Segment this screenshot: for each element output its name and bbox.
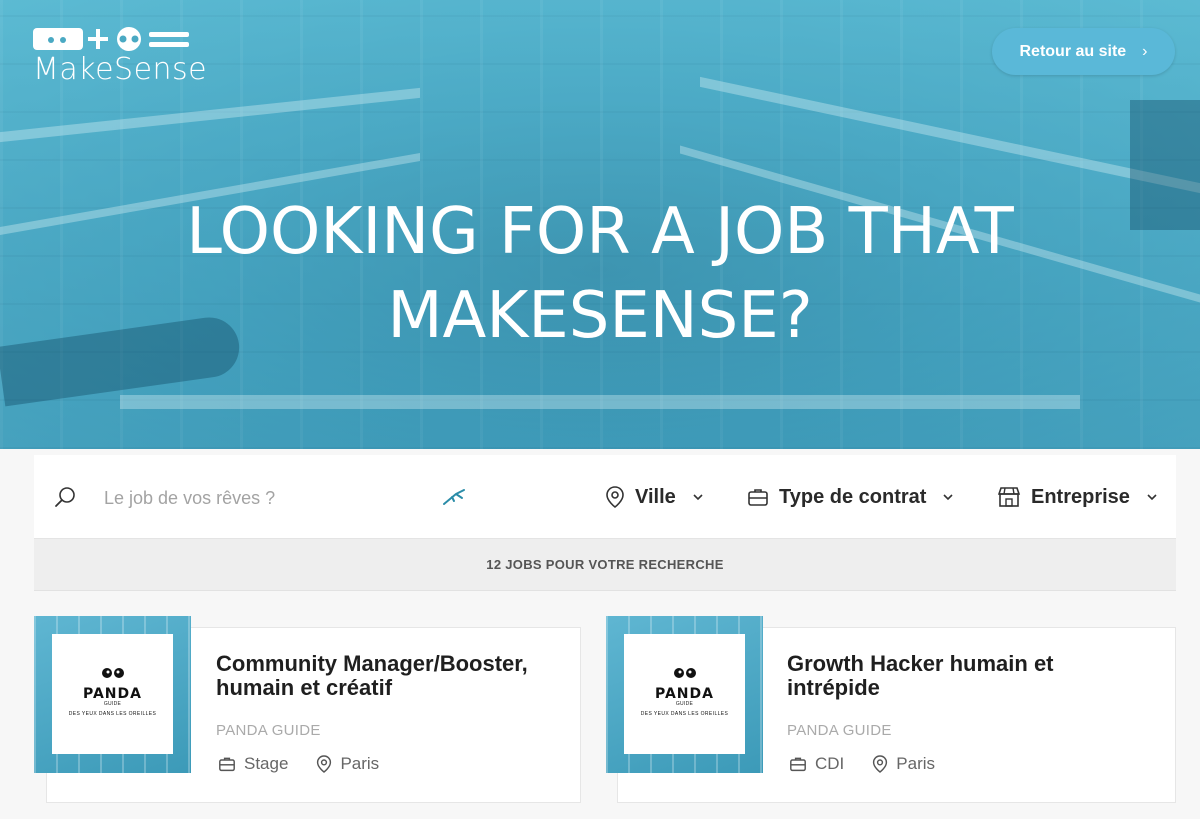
makesense-logo-icon <box>33 27 189 51</box>
panda-eyes-icon <box>673 668 696 678</box>
job-contract-type: Stage <box>244 754 289 773</box>
location-pin-icon <box>606 486 624 509</box>
job-title[interactable]: Growth Hacker humain et intrépide <box>787 652 1137 700</box>
back-to-site-button[interactable]: Retour au site › <box>992 28 1175 75</box>
filter-company-label: Entreprise <box>1031 485 1130 508</box>
makesense-logo[interactable]: MakeSense <box>33 22 207 87</box>
back-button-label: Retour au site <box>1019 42 1127 60</box>
hero-title-line1: LOOKING FOR A JOB THAT <box>186 195 1014 269</box>
walkway-shape <box>120 395 1080 409</box>
results-count-text: 12 JOBS POUR VOTRE RECHERCHE <box>486 557 724 572</box>
job-company: PANDA GUIDE <box>787 722 892 739</box>
company-logo-thumbnail[interactable]: PANDA GUIDE DES YEUX DANS LES OREILLES <box>606 616 763 773</box>
job-city: Paris <box>896 754 936 773</box>
chevron-down-icon <box>943 494 954 501</box>
magic-spark-icon[interactable] <box>442 486 468 508</box>
briefcase-icon <box>219 757 235 772</box>
hero-banner: MakeSense Retour au site › LOOKING FOR A… <box>0 0 1200 449</box>
hero-title: LOOKING FOR A JOB THAT MAKESENSE? <box>0 190 1200 358</box>
job-title[interactable]: Community Manager/Booster, humain et cré… <box>216 652 566 700</box>
location-pin-icon <box>317 755 332 773</box>
job-city: Paris <box>340 754 380 773</box>
filter-city-label: Ville <box>635 485 676 508</box>
hero-title-line2: MAKESENSE? <box>387 279 813 353</box>
panda-guide-logo: PANDA GUIDE DES YEUX DANS LES OREILLES <box>624 634 745 754</box>
panda-logo-sub: GUIDE <box>103 701 122 707</box>
location-pin-icon <box>873 755 888 773</box>
briefcase-icon <box>790 757 806 772</box>
chevron-down-icon <box>1147 494 1157 501</box>
panda-logo-mark: PANDA GUIDE <box>52 666 173 707</box>
search-bar: Ville Type de contrat Entreprise <box>34 455 1176 538</box>
search-icon <box>55 487 75 507</box>
filter-company-dropdown[interactable]: Entreprise <box>997 481 1158 513</box>
job-meta: Stage Paris <box>218 754 379 774</box>
panda-eyes-icon <box>101 668 124 678</box>
job-company: PANDA GUIDE <box>216 722 321 739</box>
job-meta: CDI Paris <box>789 754 935 774</box>
panda-logo-word: PANDA <box>655 686 714 702</box>
panda-logo-mark: PANDA GUIDE <box>624 666 745 707</box>
results-count-bar: 12 JOBS POUR VOTRE RECHERCHE <box>34 538 1176 591</box>
storefront-icon <box>997 487 1021 507</box>
company-logo-thumbnail[interactable]: PANDA GUIDE DES YEUX DANS LES OREILLES <box>34 616 191 773</box>
panda-logo-tagline: DES YEUX DANS LES OREILLES <box>640 711 729 717</box>
chevron-right-icon: › <box>1142 42 1148 60</box>
panda-logo-tagline: DES YEUX DANS LES OREILLES <box>68 711 157 717</box>
chevron-down-icon <box>693 494 703 501</box>
panda-logo-sub: GUIDE <box>675 701 694 707</box>
briefcase-icon <box>748 489 768 506</box>
panda-guide-logo: PANDA GUIDE DES YEUX DANS LES OREILLES <box>52 634 173 754</box>
panda-logo-word: PANDA <box>83 686 142 702</box>
filter-city-dropdown[interactable]: Ville <box>605 481 704 513</box>
job-search-input[interactable] <box>102 481 446 515</box>
logo-wordmark: MakeSense <box>33 52 208 87</box>
filter-contract-dropdown[interactable]: Type de contrat <box>747 481 954 513</box>
filter-contract-label: Type de contrat <box>779 485 927 508</box>
job-contract-type: CDI <box>815 754 845 773</box>
